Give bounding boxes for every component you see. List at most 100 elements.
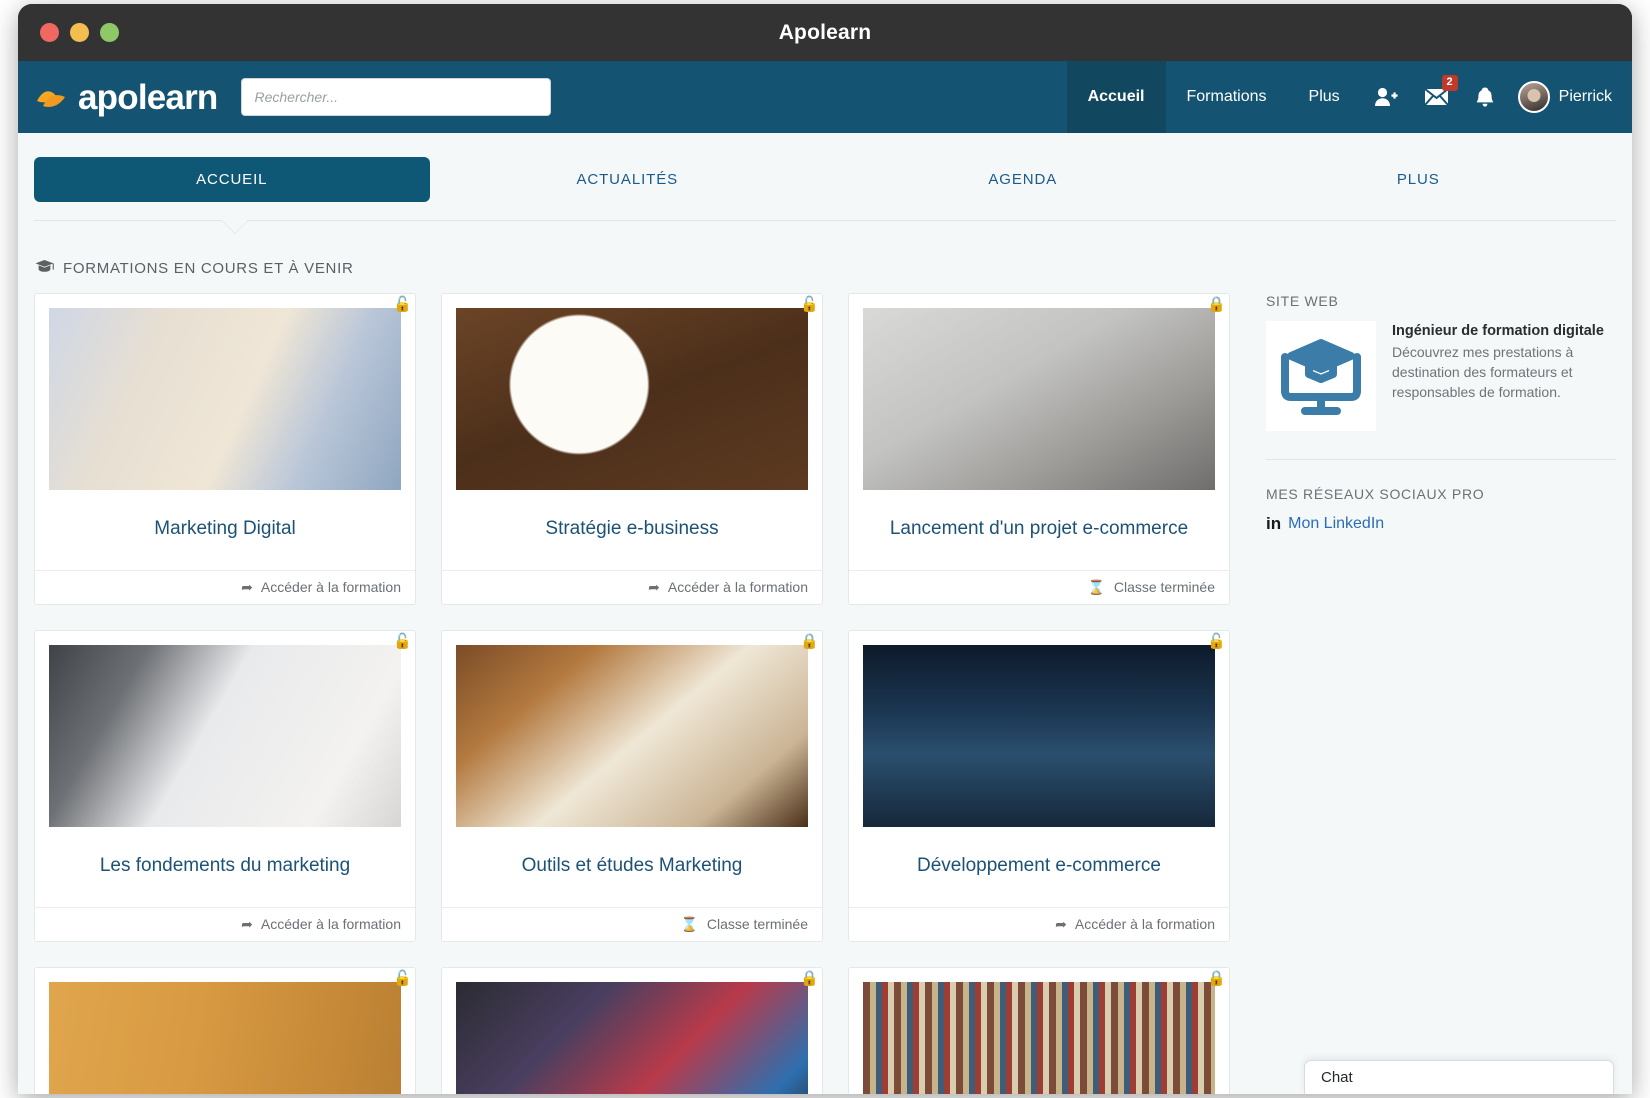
add-user-icon[interactable] xyxy=(1361,61,1411,133)
social-widget: MES RÉSEAUX SOCIAUX PRO in Mon LinkedIn xyxy=(1266,486,1616,534)
tab-accueil[interactable]: ACCUEIL xyxy=(34,157,430,202)
course-card[interactable]: 🔓 Stratégie e-business ➦ Accéder à la fo… xyxy=(441,293,823,605)
course-action-label: Accéder à la formation xyxy=(667,579,808,595)
nav-link-formations[interactable]: Formations xyxy=(1166,61,1288,133)
course-title: Marketing Digital xyxy=(154,518,296,539)
course-title: Outils et études Marketing xyxy=(521,855,743,876)
website-title: Ingénieur de formation digitale xyxy=(1392,323,1604,339)
course-action[interactable]: ⌛ Classe terminée xyxy=(442,907,822,941)
course-thumbnail: 🔒 xyxy=(456,971,819,1094)
course-card[interactable]: 🔒 xyxy=(848,967,1230,1094)
course-action[interactable]: ➦ Accéder à la formation xyxy=(849,907,1229,941)
window-title: Apolearn xyxy=(778,20,872,44)
right-sidebar: SITE WEB Ingénieur de formation digitale… xyxy=(1246,293,1616,1094)
course-card[interactable]: 🔓 Marketing Digital ➦ Accéder à la forma… xyxy=(34,293,416,605)
tab-plus[interactable]: PLUS xyxy=(1221,157,1617,202)
course-thumbnail: 🔓 xyxy=(456,297,819,490)
website-widget: SITE WEB Ingénieur de formation digitale… xyxy=(1266,293,1616,431)
brand-logo[interactable]: apolearn xyxy=(35,77,218,117)
nav-link-accueil[interactable]: Accueil xyxy=(1066,61,1166,133)
section-heading: FORMATIONS EN COURS ET À VENIR xyxy=(35,259,1632,277)
window-titlebar: Apolearn xyxy=(18,4,1632,61)
course-card[interactable]: 🔓 xyxy=(34,967,416,1094)
lock-open-icon: 🔓 xyxy=(393,970,412,987)
course-action-label: Accéder à la formation xyxy=(1074,916,1215,932)
graduation-monitor-icon xyxy=(1266,321,1376,431)
nav-link-plus[interactable]: Plus xyxy=(1288,61,1361,133)
course-thumbnail: 🔓 xyxy=(49,971,412,1094)
hourglass-icon: ⌛ xyxy=(680,916,698,932)
linkedin-icon: in xyxy=(1266,514,1282,533)
top-navbar: apolearn Accueil Formations Plus xyxy=(18,61,1632,133)
course-title: Les fondements du marketing xyxy=(99,855,351,876)
hourglass-icon: ⌛ xyxy=(1087,579,1105,595)
course-card[interactable]: 🔒 Lancement d'un projet e-commerce ⌛ Cla… xyxy=(848,293,1230,605)
course-action[interactable]: ➦ Accéder à la formation xyxy=(35,570,415,604)
lock-open-icon: 🔓 xyxy=(1207,633,1226,650)
user-profile-menu[interactable]: Pierrick xyxy=(1508,61,1632,133)
social-widget-label: MES RÉSEAUX SOCIAUX PRO xyxy=(1266,486,1485,502)
course-action[interactable]: ⌛ Classe terminée xyxy=(849,570,1229,604)
lock-closed-icon: 🔒 xyxy=(1207,970,1226,987)
active-tab-caret-icon xyxy=(222,220,248,233)
main-content: 🔓 Marketing Digital ➦ Accéder à la forma… xyxy=(18,293,1632,1094)
lock-open-icon: 🔓 xyxy=(800,296,819,313)
tab-agenda[interactable]: AGENDA xyxy=(825,157,1221,202)
minimize-window-button[interactable] xyxy=(70,23,89,42)
lock-closed-icon: 🔒 xyxy=(800,970,819,987)
course-action-label: Accéder à la formation xyxy=(260,579,401,595)
chat-label: Chat xyxy=(1321,1069,1353,1086)
course-thumbnail: 🔓 xyxy=(49,297,412,490)
lock-open-icon: 🔓 xyxy=(393,296,412,313)
app-window: Apolearn apolearn Accueil Formations P xyxy=(18,4,1632,1094)
tab-divider xyxy=(34,220,1616,233)
tab-actualites[interactable]: ACTUALITÉS xyxy=(430,157,826,202)
course-action[interactable]: ➦ Accéder à la formation xyxy=(442,570,822,604)
course-thumbnail: 🔒 xyxy=(863,971,1226,1094)
course-card[interactable]: 🔓 Les fondements du marketing ➦ Accéder … xyxy=(34,630,416,942)
lock-closed-icon: 🔒 xyxy=(1207,296,1226,313)
course-action-label: Classe terminée xyxy=(706,916,808,932)
share-arrow-icon: ➦ xyxy=(1055,916,1067,932)
search-container xyxy=(241,78,552,116)
share-arrow-icon: ➦ xyxy=(241,916,253,932)
course-thumbnail: 🔒 xyxy=(863,297,1226,490)
course-title: Lancement d'un projet e-commerce xyxy=(889,518,1189,539)
section-heading-label: FORMATIONS EN COURS ET À VENIR xyxy=(63,259,354,277)
profile-name: Pierrick xyxy=(1558,88,1612,105)
course-thumbnail: 🔓 xyxy=(49,634,412,827)
maximize-window-button[interactable] xyxy=(100,23,119,42)
chat-widget[interactable]: Chat xyxy=(1304,1060,1614,1094)
course-card[interactable]: 🔓 Développement e-commerce ➦ Accéder à l… xyxy=(848,630,1230,942)
course-thumbnail: 🔒 xyxy=(456,634,819,827)
course-card[interactable]: 🔒 Outils et études Marketing ⌛ Classe te… xyxy=(441,630,823,942)
bell-icon[interactable] xyxy=(1462,61,1508,133)
tab-strip: ACCUEIL ACTUALITÉS AGENDA PLUS xyxy=(18,133,1632,202)
course-card-grid: 🔓 Marketing Digital ➦ Accéder à la forma… xyxy=(34,293,1230,1094)
close-window-button[interactable] xyxy=(40,23,59,42)
navbar-right: Accueil Formations Plus 2 Pierrick xyxy=(1066,61,1632,133)
sidebar-divider xyxy=(1266,459,1616,460)
course-action[interactable]: ➦ Accéder à la formation xyxy=(35,907,415,941)
course-title: Développement e-commerce xyxy=(917,855,1161,876)
window-controls[interactable] xyxy=(40,23,119,42)
app-viewport: apolearn Accueil Formations Plus xyxy=(18,61,1632,1094)
courses-column: 🔓 Marketing Digital ➦ Accéder à la forma… xyxy=(34,293,1230,1094)
course-thumbnail: 🔓 xyxy=(863,634,1226,827)
envelope-icon[interactable]: 2 xyxy=(1411,61,1462,133)
course-action-label: Classe terminée xyxy=(1113,579,1215,595)
apolearn-swoosh-icon xyxy=(35,83,73,111)
share-arrow-icon: ➦ xyxy=(241,579,253,595)
course-action-label: Accéder à la formation xyxy=(260,916,401,932)
website-description: Découvrez mes prestations à destination … xyxy=(1392,344,1574,401)
course-card[interactable]: 🔒 xyxy=(441,967,823,1094)
lock-open-icon: 🔓 xyxy=(393,633,412,650)
search-input[interactable] xyxy=(241,78,552,116)
messages-badge: 2 xyxy=(1441,75,1458,91)
brand-name: apolearn xyxy=(78,77,218,117)
share-arrow-icon: ➦ xyxy=(648,579,660,595)
lock-closed-icon: 🔒 xyxy=(800,633,819,650)
social-link-linkedin[interactable]: Mon LinkedIn xyxy=(1288,515,1384,533)
course-title: Stratégie e-business xyxy=(545,518,719,539)
website-widget-label: SITE WEB xyxy=(1266,293,1339,309)
